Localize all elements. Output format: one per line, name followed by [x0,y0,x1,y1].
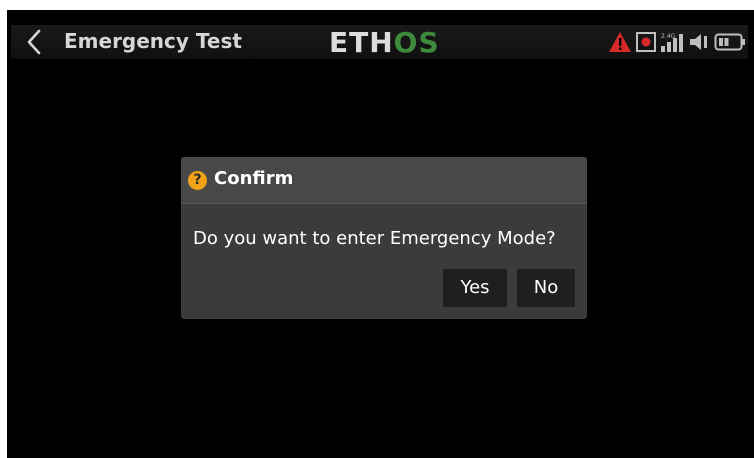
record-icon[interactable] [636,32,656,52]
battery-icon[interactable] [714,32,746,52]
no-button[interactable]: No [517,269,575,307]
signal-icon[interactable]: 2.4G [660,31,684,53]
question-icon: ? [188,171,207,190]
dialog-header: ? Confirm [181,157,587,204]
screen: Emergency Test ETHOS 2.4G ? Confirm Do y… [7,10,754,458]
speaker-icon[interactable] [688,31,710,53]
page-title: Emergency Test [64,29,242,53]
dialog-message: Do you want to enter Emergency Mode? [193,228,556,249]
warning-icon[interactable] [608,31,632,53]
top-bar: Emergency Test ETHOS 2.4G [7,10,754,76]
back-button[interactable] [21,27,47,57]
chevron-left-icon [27,29,41,55]
dialog-title: Confirm [214,168,294,189]
status-bar: 2.4G [608,30,746,54]
title-bar: Emergency Test ETHOS 2.4G [11,25,748,59]
ethos-logo: ETHOS [329,26,440,59]
confirm-dialog: ? Confirm Do you want to enter Emergency… [181,157,587,319]
yes-button[interactable]: Yes [443,269,507,307]
